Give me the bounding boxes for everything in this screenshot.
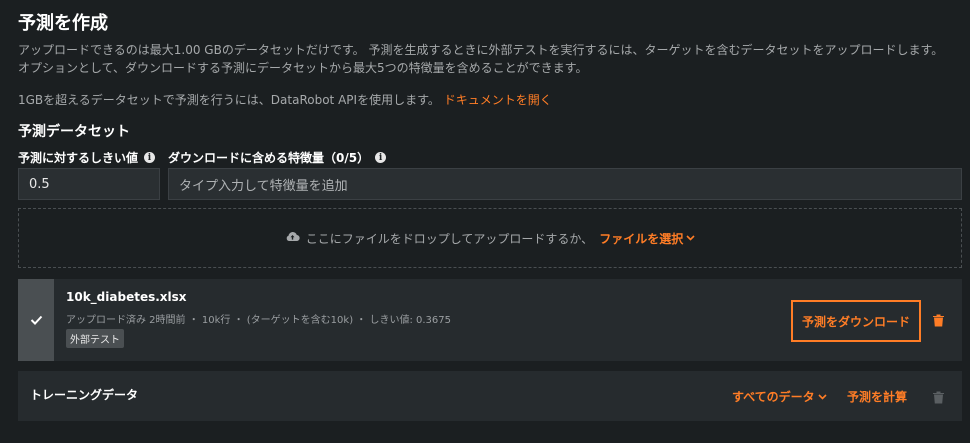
training-data-card: トレーニングデータ すべてのデータ 予測を計算 [18,371,962,421]
chevron-down-icon [686,235,695,241]
download-predictions-button[interactable]: 予測をダウンロード [791,300,921,342]
prediction-dataset-title: 予測データセット [18,124,130,140]
dropzone-text: ここにファイルをドロップしてアップロードするか、 [305,231,594,246]
features-label: ダウンロードに含める特徴量（0/5） [168,151,370,165]
all-data-dropdown[interactable]: すべてのデータ [732,388,827,405]
external-test-badge: 外部テスト [66,329,124,348]
page-title: 予測を作成 [18,13,108,34]
choose-file-label: ファイルを選択 [599,231,684,246]
trash-icon[interactable] [933,312,944,331]
training-data-title: トレーニングデータ [30,388,139,402]
features-label-group: ダウンロードに含める特徴量（0/5） i [168,149,387,166]
description-line-2: オプションとして、ダウンロードする予測にデータセットから最大5つの特徴量を含める… [18,61,588,75]
chevron-down-icon [818,393,827,400]
features-input[interactable]: タイプ入力して特徴量を追加 [168,168,962,200]
compute-predictions-button[interactable]: 予測を計算 [847,388,907,405]
threshold-label-group: 予測に対するしきい値 i [18,149,156,166]
file-dropzone[interactable]: ここにファイルをドロップしてアップロードするか、 ファイルを選択 [18,208,962,268]
choose-file-link[interactable]: ファイルを選択 [599,230,695,247]
file-meta: アップロード済み 2時間前 ・ 10k行 ・ (ターゲットを含む10k) ・ し… [66,315,451,326]
threshold-label: 予測に対するしきい値 [18,151,139,165]
cloud-upload-icon [285,231,300,245]
uploaded-file-card: 10k_diabetes.xlsx アップロード済み 2時間前 ・ 10k行 ・… [18,279,962,361]
all-data-label: すべてのデータ [732,390,815,404]
description-line-1: アップロードできるのは最大1.00 GBのデータセットだけです。 予測を生成する… [18,43,944,57]
info-icon[interactable]: i [144,152,156,163]
threshold-input[interactable]: 0.5 [18,168,160,200]
api-note-line: 1GBを超えるデータセットで予測を行うには、DataRobot APIを使用しま… [18,91,552,108]
check-icon [30,315,42,325]
open-docs-link[interactable]: ドキュメントを開く [444,93,552,107]
api-note: 1GBを超えるデータセットで予測を行うには、DataRobot APIを使用しま… [18,93,440,107]
file-name: 10k_diabetes.xlsx [66,290,187,304]
trash-icon [933,389,944,408]
info-icon[interactable]: i [375,152,387,163]
selected-check[interactable] [18,279,54,361]
